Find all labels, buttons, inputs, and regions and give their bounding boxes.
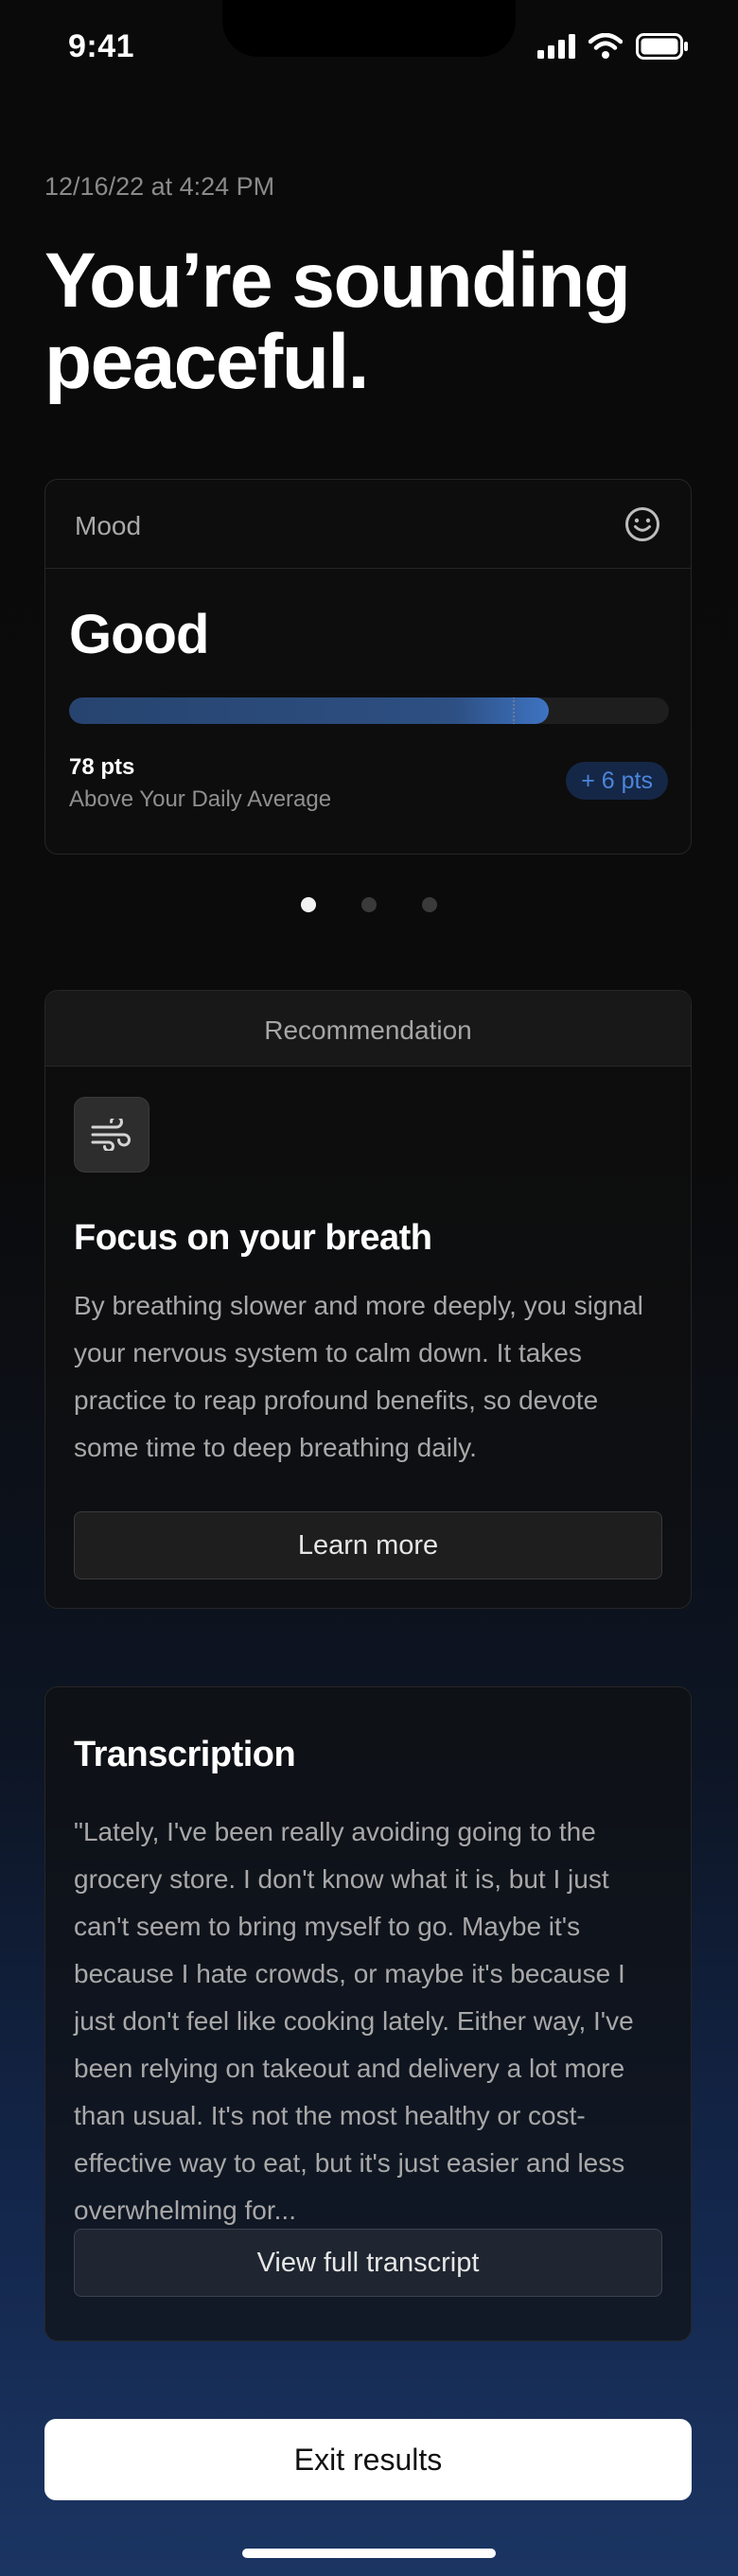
- smile-icon: [625, 507, 659, 541]
- device-notch: [222, 0, 516, 57]
- view-full-transcript-button[interactable]: View full transcript: [74, 2229, 662, 2297]
- mood-card-header: Mood: [45, 480, 691, 569]
- recommendation-title: Focus on your breath: [74, 1218, 432, 1258]
- transcription-preview: "Lately, I've been really avoiding going…: [74, 1817, 634, 2225]
- recommendation-body: By breathing slower and more deeply, you…: [74, 1291, 643, 1462]
- carousel-dot[interactable]: [361, 897, 377, 912]
- status-time: 9:41: [68, 28, 135, 64]
- transcription-card: Transcription "Lately, I've been really …: [44, 1686, 692, 2341]
- carousel-dot[interactable]: [422, 897, 437, 912]
- wifi-icon: [589, 33, 623, 59]
- carousel-dot[interactable]: [301, 897, 316, 912]
- exit-results-button[interactable]: Exit results: [44, 2419, 692, 2500]
- cellular-signal-icon: [537, 34, 575, 59]
- home-indicator[interactable]: [242, 2549, 496, 2558]
- status-icons: [537, 30, 689, 62]
- mood-card: Mood Good 78 pts Above Your Daily Averag…: [44, 479, 692, 855]
- mood-progress-bar: [69, 697, 669, 724]
- recommendation-header: Recommendation: [45, 991, 691, 1067]
- wind-icon: [91, 1119, 131, 1151]
- mood-value: Good: [69, 604, 209, 665]
- mood-label: Mood: [75, 511, 142, 540]
- mood-progress-fill: [69, 697, 550, 724]
- page-title: You’re sounding peaceful.: [44, 238, 631, 405]
- battery-icon: [636, 33, 688, 60]
- carousel-pagination[interactable]: [0, 897, 738, 912]
- recommendation-icon-tile: [74, 1097, 149, 1173]
- recommendation-card: Recommendation Focus on your breath By b…: [44, 990, 692, 1609]
- daily-average-marker: [513, 697, 516, 724]
- result-timestamp: 12/16/22 at 4:24 PM: [44, 172, 275, 201]
- mood-comparison-label: Above Your Daily Average: [69, 786, 332, 812]
- recommendation-header-label: Recommendation: [264, 1015, 472, 1045]
- mood-delta-badge: + 6 pts: [566, 762, 668, 800]
- mood-points: 78 pts: [69, 754, 135, 780]
- learn-more-button[interactable]: Learn more: [74, 1511, 662, 1579]
- transcription-title: Transcription: [74, 1735, 296, 1774]
